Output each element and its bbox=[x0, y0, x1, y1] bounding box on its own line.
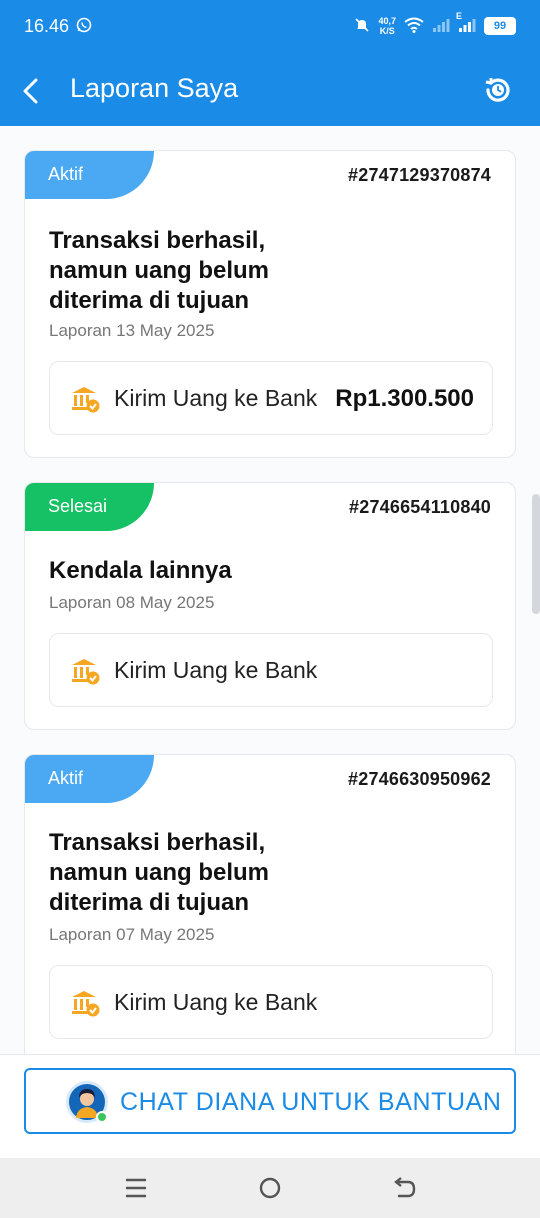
app-bar: Laporan Saya bbox=[0, 56, 540, 126]
report-card[interactable]: Aktif #2746630950962 Transaksi berhasil,… bbox=[24, 754, 516, 1054]
silent-bell-icon bbox=[354, 17, 370, 36]
chat-diana-button[interactable]: CHAT DIANA UNTUK BANTUAN bbox=[24, 1068, 516, 1134]
status-bar: 16.46 40,7 K/S E 99 bbox=[0, 0, 540, 56]
scrollbar-thumb[interactable] bbox=[532, 494, 540, 614]
status-badge: Aktif bbox=[25, 755, 154, 803]
ticket-number: #2746654110840 bbox=[349, 497, 491, 517]
system-nav-bar bbox=[0, 1158, 540, 1218]
bottom-action-bar: CHAT DIANA UNTUK BANTUAN bbox=[0, 1054, 540, 1158]
ticket-number: #2747129370874 bbox=[348, 165, 491, 185]
back-arrow-icon[interactable] bbox=[20, 74, 44, 108]
page-title: Laporan Saya bbox=[70, 73, 239, 103]
history-icon[interactable] bbox=[482, 74, 514, 106]
network-speed: 40,7 K/S bbox=[378, 16, 396, 36]
issue-title-line: diterima di tujuan bbox=[49, 287, 250, 314]
recent-apps-icon[interactable] bbox=[122, 1174, 150, 1202]
wifi-icon bbox=[404, 17, 424, 36]
speed-unit: K/S bbox=[379, 26, 395, 36]
report-date: Laporan 13 May 2025 bbox=[49, 321, 215, 340]
status-time: 16.46 bbox=[24, 16, 70, 36]
ticket-number: #2746630950962 bbox=[348, 769, 491, 789]
service-name: Kirim Uang ke Bank bbox=[114, 657, 318, 683]
transaction-amount: Rp1.300.500 bbox=[335, 385, 474, 412]
signal-sim2-icon: E bbox=[456, 11, 476, 36]
bank-transfer-icon bbox=[70, 656, 100, 686]
diana-avatar bbox=[66, 1081, 108, 1123]
status-badge: Selesai bbox=[25, 483, 154, 531]
bank-transfer-icon bbox=[70, 384, 100, 414]
issue-title-line: Transaksi berhasil, bbox=[49, 829, 266, 856]
back-nav-icon[interactable] bbox=[390, 1174, 418, 1202]
speed-value: 40,7 bbox=[378, 16, 396, 26]
network-type: E bbox=[456, 10, 463, 21]
transaction-summary[interactable]: Kirim Uang ke Bank Rp1.300.500 bbox=[49, 361, 493, 435]
signal-sim1-icon bbox=[432, 17, 450, 36]
issue-title-line: Transaksi berhasil, bbox=[49, 227, 266, 254]
issue-title: Transaksi berhasil, namun uang belum dit… bbox=[49, 828, 349, 918]
online-indicator bbox=[96, 1111, 108, 1123]
transaction-summary[interactable]: Kirim Uang ke Bank bbox=[49, 965, 493, 1039]
issue-title: Transaksi berhasil, namun uang belum dit… bbox=[49, 226, 349, 316]
report-date: Laporan 07 May 2025 bbox=[49, 925, 215, 944]
report-card[interactable]: Aktif #2747129370874 Transaksi berhasil,… bbox=[24, 150, 516, 458]
report-list[interactable]: Aktif #2747129370874 Transaksi berhasil,… bbox=[0, 126, 540, 1054]
whatsapp-icon bbox=[76, 17, 92, 38]
chat-button-label: CHAT DIANA UNTUK BANTUAN bbox=[120, 1088, 502, 1116]
battery-indicator: 99 bbox=[484, 17, 516, 35]
home-icon[interactable] bbox=[256, 1174, 284, 1202]
bank-transfer-icon bbox=[70, 988, 100, 1018]
service-name: Kirim Uang ke Bank bbox=[114, 989, 318, 1015]
transaction-summary[interactable]: Kirim Uang ke Bank bbox=[49, 633, 493, 707]
status-badge: Aktif bbox=[25, 151, 154, 199]
report-date: Laporan 08 May 2025 bbox=[49, 593, 215, 612]
issue-title-line: Kendala lainnya bbox=[49, 557, 232, 584]
issue-title: Kendala lainnya bbox=[49, 556, 349, 586]
issue-title-line: namun uang belum bbox=[49, 859, 270, 886]
issue-title-line: namun uang belum bbox=[49, 257, 270, 284]
service-name: Kirim Uang ke Bank bbox=[114, 385, 318, 411]
issue-title-line: diterima di tujuan bbox=[49, 889, 250, 916]
report-card[interactable]: Selesai #2746654110840 Kendala lainnya L… bbox=[24, 482, 516, 730]
